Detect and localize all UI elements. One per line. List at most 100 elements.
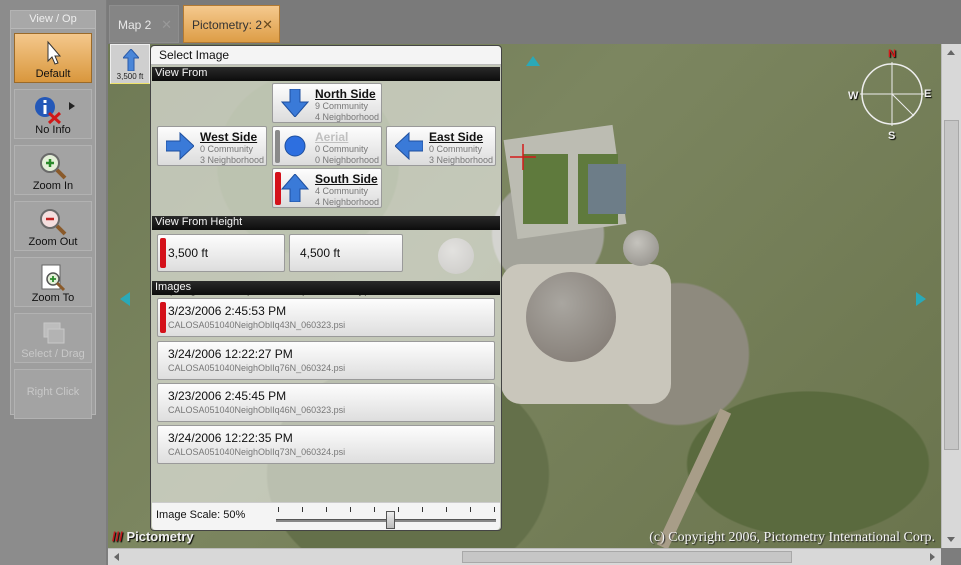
- close-icon[interactable]: ✕: [262, 6, 273, 44]
- no-info-tool-label: No Info: [35, 124, 71, 136]
- south-side-button[interactable]: South Side 4 Community 4 Neighborhood: [272, 168, 382, 208]
- slider-tick: [494, 507, 495, 512]
- arrow-up-icon: [123, 49, 139, 71]
- east-neighborhood-count: 3 Neighborhood: [429, 155, 494, 165]
- scroll-down-icon[interactable]: [947, 537, 955, 542]
- scroll-left-icon[interactable]: [114, 553, 119, 561]
- compass-east-label: E: [924, 88, 932, 100]
- slider-tick: [350, 507, 351, 512]
- north-neighborhood-count: 4 Neighborhood: [315, 112, 380, 122]
- default-tool-button[interactable]: Default: [14, 33, 92, 83]
- height-4500-label: 4,500 ft (Community): [300, 246, 369, 296]
- right-click-tool-button[interactable]: Right Click: [14, 369, 92, 419]
- compass-south-label: S: [888, 130, 896, 142]
- slider-tick: [422, 507, 423, 512]
- image-file: CALOSA051040NeighOblIq76N_060324.psi: [168, 363, 346, 373]
- slider-tick: [278, 507, 279, 512]
- slider-tick: [302, 507, 303, 512]
- map-road: [656, 408, 732, 548]
- height-4500-button[interactable]: 4,500 ft (Community): [289, 234, 403, 296]
- west-neighborhood-count: 3 Neighborhood: [200, 155, 265, 165]
- north-community-count: 9 Community: [315, 101, 369, 111]
- select-drag-icon: [43, 322, 65, 344]
- slider-tick: [398, 507, 399, 512]
- arrow-down-icon: [281, 89, 309, 117]
- pan-east-arrow-icon[interactable]: [916, 292, 926, 306]
- logo-text: Pictometry: [126, 529, 194, 544]
- south-community-count: 4 Community: [315, 186, 369, 196]
- compass-west-label: W: [848, 90, 859, 102]
- no-info-tool-button[interactable]: No Info: [14, 89, 92, 139]
- zoom-out-tool-button[interactable]: Zoom Out: [14, 201, 92, 251]
- select-drag-tool-button[interactable]: Select / Drag: [14, 313, 92, 363]
- zoom-in-tool-button[interactable]: Zoom In: [14, 145, 92, 195]
- map-parking-lot: [588, 164, 626, 214]
- height-3500-label: 3,500 ft (Neighborhood): [168, 246, 251, 296]
- zoom-to-tool-label: Zoom To: [31, 292, 75, 304]
- aerial-neighborhood-count: 0 Neighborhood: [315, 155, 380, 165]
- compass-rose-icon: [860, 62, 924, 126]
- image-scale-value: 50%: [223, 509, 246, 521]
- zoom-out-icon: [40, 209, 67, 236]
- aerial-dot-icon: [284, 135, 306, 157]
- default-tool-label: Default: [35, 68, 71, 80]
- select-drag-tool-label: Select / Drag: [21, 348, 85, 360]
- image-item[interactable]: 3/24/2006 12:22:35 PM CALOSA051040NeighO…: [157, 425, 495, 464]
- scroll-right-icon[interactable]: [930, 553, 935, 561]
- slider-tick: [446, 507, 447, 512]
- aerial-community-count: 0 Community: [315, 144, 369, 154]
- tool-panel: View / Op Default No Info Zoom In Zoom O…: [0, 0, 106, 565]
- scale-level-label: 3,500 ft: [116, 72, 144, 81]
- pan-north-arrow-icon[interactable]: [526, 56, 540, 66]
- right-click-tool-label: Right Click: [26, 386, 80, 398]
- select-image-title: Select Image: [151, 46, 501, 65]
- zoom-to-icon: [41, 264, 66, 292]
- zoom-in-tool-label: Zoom In: [32, 180, 74, 192]
- east-community-count: 0 Community: [429, 144, 483, 154]
- image-scale-text: Image Scale: 50%: [156, 509, 245, 521]
- view-from-height-header: View From Height: [152, 216, 500, 230]
- close-icon[interactable]: ✕: [161, 6, 172, 44]
- aerial-button[interactable]: Aerial 0 Community 0 Neighborhood: [272, 126, 382, 166]
- selection-indicator: [160, 302, 166, 333]
- dropdown-arrow-icon: [69, 102, 75, 110]
- scale-level-button[interactable]: 3,500 ft: [110, 44, 150, 84]
- image-date: 3/24/2006 12:22:27 PM: [168, 347, 293, 361]
- pan-west-arrow-icon[interactable]: [120, 292, 130, 306]
- image-item[interactable]: 3/23/2006 2:45:45 PM CALOSA051040NeighOb…: [157, 383, 495, 422]
- tab-map-2[interactable]: Map 2 ✕: [109, 5, 179, 43]
- scroll-up-icon[interactable]: [947, 50, 955, 55]
- vertical-scroll-thumb[interactable]: [944, 120, 959, 450]
- image-file: CALOSA051040NeighOblIq43N_060323.psi: [168, 320, 346, 330]
- west-side-label: West Side: [200, 130, 258, 144]
- horizontal-scrollbar[interactable]: [108, 548, 941, 565]
- zoom-out-tool-label: Zoom Out: [28, 236, 78, 248]
- arrow-up-icon: [281, 174, 309, 202]
- image-item[interactable]: 3/24/2006 12:22:27 PM CALOSA051040NeighO…: [157, 341, 495, 380]
- vertical-scrollbar[interactable]: [941, 44, 961, 548]
- image-scale-row: Image Scale: 50%: [152, 502, 500, 530]
- height-3500-button[interactable]: 3,500 ft (Neighborhood): [157, 234, 285, 296]
- north-side-label: North Side: [315, 87, 376, 101]
- image-item[interactable]: 3/23/2006 2:45:53 PM CALOSA051040NeighOb…: [157, 298, 495, 337]
- image-scale-slider-thumb[interactable]: [386, 511, 395, 529]
- compass: N E S W: [848, 48, 932, 142]
- map-small-dome: [623, 230, 659, 266]
- horizontal-scroll-thumb[interactable]: [462, 551, 792, 563]
- tab-pictometry-2[interactable]: Pictometry: 2 ✕: [183, 5, 280, 43]
- cursor-icon: [47, 40, 62, 65]
- compass-north-label: N: [888, 48, 896, 60]
- tab-bar: Map 2 ✕ Pictometry: 2 ✕: [107, 0, 961, 44]
- aerial-label: Aerial: [315, 130, 349, 144]
- image-date: 3/24/2006 12:22:35 PM: [168, 431, 293, 445]
- west-community-count: 0 Community: [200, 144, 254, 154]
- arrow-left-icon: [395, 132, 423, 160]
- slider-tick: [470, 507, 471, 512]
- slider-tick: [326, 507, 327, 512]
- selection-indicator: [160, 238, 166, 268]
- zoom-to-tool-button[interactable]: Zoom To: [14, 257, 92, 307]
- east-side-button[interactable]: East Side 0 Community 3 Neighborhood: [386, 126, 496, 166]
- arrow-right-icon: [166, 132, 194, 160]
- west-side-button[interactable]: West Side 0 Community 3 Neighborhood: [157, 126, 267, 166]
- north-side-button[interactable]: North Side 9 Community 4 Neighborhood: [272, 83, 382, 123]
